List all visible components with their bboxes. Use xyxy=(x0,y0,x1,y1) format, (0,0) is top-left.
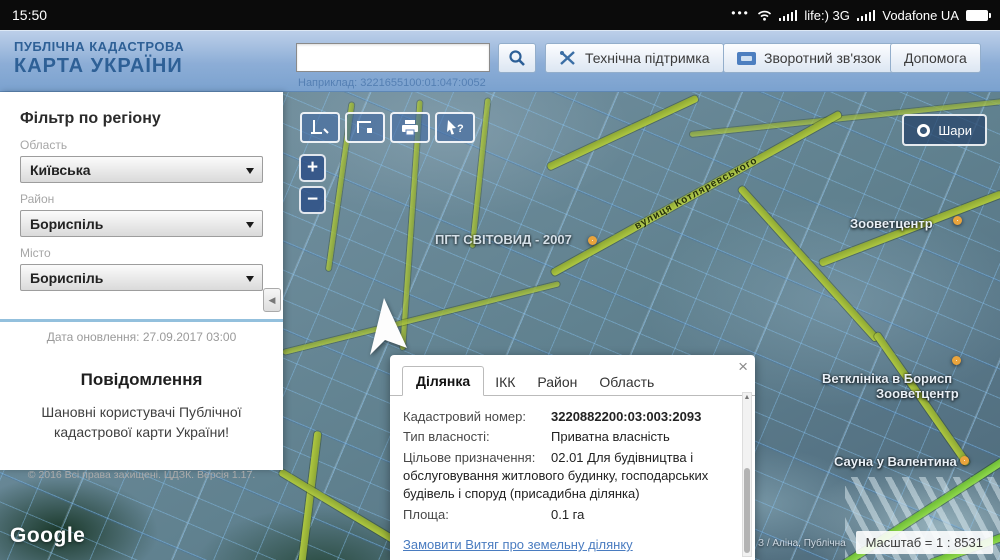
wifi-icon xyxy=(757,9,772,21)
app-screen: 15:50 ••• life:) 3G Vodafone UA ПУБЛІЧНА… xyxy=(0,0,1000,560)
notification-dots-icon: ••• xyxy=(731,6,750,20)
search-button[interactable] xyxy=(498,43,536,73)
region-filter-panel: Фільтр по регіону Область Київська Район… xyxy=(0,92,283,470)
popup-scrollbar[interactable]: ▲ xyxy=(742,392,752,557)
app-header: ПУБЛІЧНА КАДАСТРОВА КАРТА УКРАЇНИ Наприк… xyxy=(0,30,1000,92)
signal-bars-icon xyxy=(779,10,798,21)
message-panel: Дата оновлення: 27.09.2017 03:00 Повідом… xyxy=(0,322,283,489)
print-button[interactable] xyxy=(390,112,430,143)
copyright-text: © 2016 Всі права захищені. ЦДЗК. Версія … xyxy=(18,469,265,481)
city-label: Місто xyxy=(20,246,263,260)
oblast-label: Область xyxy=(20,138,263,152)
scrollbar-thumb[interactable] xyxy=(744,468,750,553)
scale-indicator: Масштаб = 1 : 8531 xyxy=(856,531,993,554)
tab-dilyanka[interactable]: Ділянка xyxy=(402,366,484,396)
zoom-control: + − xyxy=(299,154,326,218)
svg-text:?: ? xyxy=(457,123,464,135)
carrier-1: life:) 3G xyxy=(804,8,850,23)
selected-location-pointer-icon xyxy=(370,298,408,356)
sidebar-collapse-button[interactable]: ◀ xyxy=(263,288,281,312)
chevron-down-icon xyxy=(246,276,254,282)
close-icon[interactable]: × xyxy=(738,357,748,377)
message-text: Шановні користувачі Публічної кадастрово… xyxy=(18,402,265,443)
filter-title: Фільтр по регіону xyxy=(20,110,263,128)
measure-distance-button[interactable] xyxy=(300,112,340,143)
tab-ikk[interactable]: ІКК xyxy=(484,368,526,396)
zoom-in-button[interactable]: + xyxy=(299,154,326,182)
popup-tabs: Ділянка ІКК Район Область xyxy=(390,355,755,396)
gear-icon xyxy=(917,124,930,137)
search-input[interactable] xyxy=(296,43,490,72)
poi-label-sauna: Сауна у Валентина xyxy=(834,454,957,469)
measure-distance-icon xyxy=(310,119,330,136)
status-bar: 15:50 ••• life:) 3G Vodafone UA xyxy=(0,0,1000,30)
rayon-select[interactable]: Бориспіль xyxy=(20,210,263,237)
measure-area-icon xyxy=(355,119,375,136)
city-select[interactable]: Бориспіль xyxy=(20,264,263,291)
parcel-info-popup: × Ділянка ІКК Район Область Кадастровий … xyxy=(390,355,755,560)
popup-body: Кадастровий номер:3220882200:03:003:2093… xyxy=(390,396,755,560)
identify-tool-button[interactable]: ? xyxy=(435,112,475,143)
oblast-select[interactable]: Київська xyxy=(20,156,263,183)
tab-rayon[interactable]: Район xyxy=(526,368,588,396)
measure-area-button[interactable] xyxy=(345,112,385,143)
battery-icon xyxy=(966,10,988,21)
cursor-help-icon: ? xyxy=(445,119,465,136)
tab-oblast[interactable]: Область xyxy=(588,368,665,396)
poi-marker[interactable] xyxy=(952,356,961,365)
carrier-2: Vodafone UA xyxy=(882,8,959,23)
poi-label-zoovet-1: Зооветцентр xyxy=(850,216,933,231)
rayon-label: Район xyxy=(20,192,263,206)
search-icon xyxy=(508,49,526,67)
poi-label-vetclinic: Ветклініка в Борисп xyxy=(822,371,952,386)
search-hint: Наприклад: 3221655100:01:047:0052 xyxy=(298,77,486,89)
poi-marker[interactable] xyxy=(960,456,969,465)
map-toolbar: ? xyxy=(300,112,475,143)
chevron-down-icon xyxy=(246,222,254,228)
cadastral-number-row: Кадастровий номер:3220882200:03:003:2093 xyxy=(403,408,731,426)
zoom-out-button[interactable]: − xyxy=(299,186,326,214)
poi-marker[interactable] xyxy=(953,216,962,225)
google-logo: Google xyxy=(10,524,85,548)
message-title: Повідомлення xyxy=(18,370,265,390)
tech-support-button[interactable]: Технічна підтримка xyxy=(545,43,724,73)
poi-marker[interactable] xyxy=(588,236,597,245)
signal-bars-icon xyxy=(857,10,876,21)
feedback-button[interactable]: Зворотний зв'язок xyxy=(723,43,895,73)
settlement-label: ПГТ СВІТОВИД - 2007 xyxy=(435,232,572,247)
poi-label-zoovet-2: Зооветцентр xyxy=(876,386,959,401)
help-button[interactable]: Допомога xyxy=(890,43,981,73)
update-date: Дата оновлення: 27.09.2017 03:00 xyxy=(18,330,265,344)
printer-icon xyxy=(400,119,420,136)
map-attribution: З / Аліна, Публічна xyxy=(758,538,846,549)
chevron-down-icon xyxy=(246,168,254,174)
scroll-up-icon[interactable]: ▲ xyxy=(743,394,751,401)
purpose-row: Цільове призначення:02.01 Для будівництв… xyxy=(403,449,731,504)
site-logo: ПУБЛІЧНА КАДАСТРОВА КАРТА УКРАЇНИ xyxy=(14,40,184,78)
layers-button[interactable]: Шари xyxy=(902,114,987,146)
tools-icon xyxy=(559,50,577,66)
order-extract-parcel-link[interactable]: Замовити Витяг про земельну ділянку xyxy=(403,537,731,552)
message-icon xyxy=(737,52,756,65)
ownership-type-row: Тип власності:Приватна власність xyxy=(403,428,731,446)
area-row: Площа:0.1 га xyxy=(403,506,731,524)
clock: 15:50 xyxy=(12,7,47,23)
